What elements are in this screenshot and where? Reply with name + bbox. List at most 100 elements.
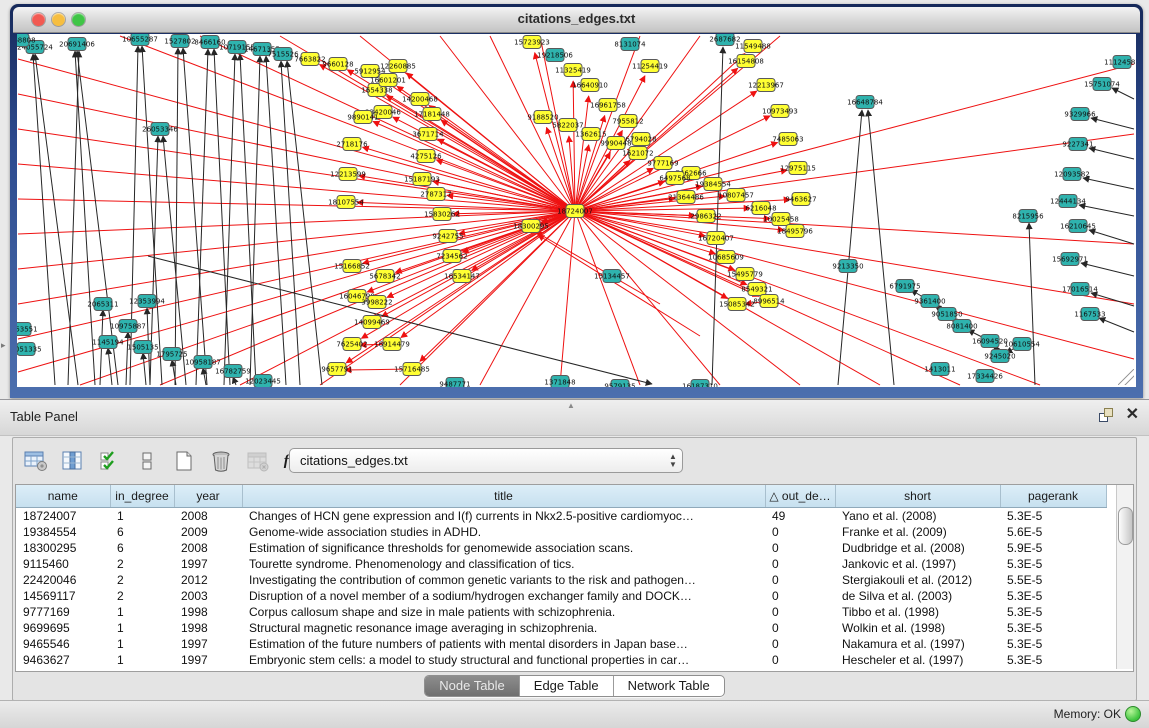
delete-column-icon[interactable]	[208, 448, 234, 474]
network-node[interactable]: 7955812	[612, 115, 643, 128]
table-source-select[interactable]: citations_edges.txt ▲▼	[289, 448, 683, 473]
network-node[interactable]: 16648784	[847, 96, 883, 109]
table-cell[interactable]: Tibbo et al. (1998)	[835, 604, 1000, 620]
table-cell[interactable]: 2008	[174, 540, 242, 556]
table-cell[interactable]: 9115460	[16, 556, 110, 572]
network-node[interactable]: 9777169	[647, 157, 678, 170]
network-node[interactable]: 20691406	[59, 38, 95, 51]
table-cell[interactable]: 1	[110, 604, 174, 620]
table-cell[interactable]: de Silva et al. (2003)	[835, 588, 1000, 604]
network-node[interactable]: 14099469	[354, 316, 390, 329]
table-cell[interactable]: Dudbridge et al. (2008)	[835, 540, 1000, 556]
table-cell[interactable]: 14569117	[16, 588, 110, 604]
table-cell[interactable]: 5.3E-5	[1000, 588, 1106, 604]
network-node[interactable]: 16914479	[374, 338, 410, 351]
table-cell[interactable]: Corpus callosum shape and size in male p…	[242, 604, 765, 620]
network-node[interactable]: 15085342	[719, 298, 755, 311]
network-node[interactable]: 9213350	[832, 260, 863, 273]
table-cell[interactable]: 22420046	[16, 572, 110, 588]
table-cell[interactable]: 0	[765, 540, 835, 556]
network-node[interactable]: 7485063	[772, 133, 803, 146]
network-node[interactable]: 1505135	[127, 341, 158, 354]
table-cell[interactable]: 1998	[174, 620, 242, 636]
network-node[interactable]: 6216048	[745, 202, 776, 215]
network-node[interactable]: 16154808	[728, 55, 764, 68]
table-cell[interactable]: 9777169	[16, 604, 110, 620]
network-node[interactable]: 11124587	[1104, 56, 1136, 69]
column-header-pagerank[interactable]: pagerank	[1000, 485, 1106, 508]
network-node[interactable]: 16640910	[572, 79, 608, 92]
network-node[interactable]: 15751074	[1084, 78, 1120, 91]
table-cell[interactable]: 5.3E-5	[1000, 604, 1106, 620]
table-cell[interactable]: Estimation of significance thresholds fo…	[242, 540, 765, 556]
network-node[interactable]: 9487771	[439, 378, 470, 388]
network-node[interactable]: 1413011	[924, 363, 955, 376]
tab-node-table[interactable]: Node Table	[425, 676, 520, 696]
network-node[interactable]: 9242755	[432, 230, 463, 243]
tab-network-table[interactable]: Network Table	[614, 676, 724, 696]
table-cell[interactable]: 0	[765, 620, 835, 636]
table-mode-icon[interactable]	[23, 448, 49, 474]
network-node[interactable]: 8081400	[946, 320, 977, 333]
network-canvas[interactable]: 1132541916640910169617587955812679402899…	[17, 34, 1136, 387]
table-cell[interactable]: 2008	[174, 508, 242, 525]
network-node[interactable]: 11325419	[555, 64, 591, 77]
table-cell[interactable]: 1997	[174, 636, 242, 652]
network-node[interactable]: 1371848	[544, 376, 575, 388]
network-node[interactable]: 17334426	[967, 370, 1003, 383]
table-cell[interactable]: 1	[110, 620, 174, 636]
table-cell[interactable]: Genome-wide association studies in ADHD.	[242, 524, 765, 540]
network-node[interactable]: 1145194	[92, 336, 124, 349]
table-cell[interactable]: 5.3E-5	[1000, 636, 1106, 652]
table-cell[interactable]: 19384554	[16, 524, 110, 540]
network-node[interactable]: 2718176	[336, 138, 368, 151]
network-node[interactable]: 2065311	[87, 298, 118, 311]
float-panel-icon[interactable]	[1099, 408, 1113, 422]
table-cell[interactable]: 1	[110, 636, 174, 652]
network-node[interactable]: 16720407	[698, 232, 734, 245]
table-cell[interactable]: 18724007	[16, 508, 110, 525]
network-node[interactable]: 11254419	[632, 60, 668, 73]
panel-resize-grip-icon[interactable]: ▲	[567, 401, 575, 410]
table-cell[interactable]: 0	[765, 524, 835, 540]
table-cell[interactable]: 5.3E-5	[1000, 508, 1106, 525]
canvas-resize-grip[interactable]	[1118, 369, 1134, 385]
network-node[interactable]: 10975887	[110, 320, 146, 333]
network-node[interactable]: 12353994	[129, 295, 165, 308]
network-node[interactable]: 5153551	[17, 323, 38, 336]
table-row[interactable]: 1872400712008Changes of HCN gene express…	[16, 508, 1106, 525]
table-cell[interactable]: 1	[110, 652, 174, 668]
network-node[interactable]: 9227341	[1062, 138, 1093, 151]
table-cell[interactable]: 0	[765, 636, 835, 652]
network-node[interactable]: 10685609	[708, 251, 744, 264]
table-cell[interactable]: 49	[765, 508, 835, 525]
table-cell[interactable]: 9465546	[16, 636, 110, 652]
table-cell[interactable]: 6	[110, 540, 174, 556]
network-node[interactable]: 7663822	[294, 53, 325, 66]
table-row[interactable]: 946554611997Estimation of the future num…	[16, 636, 1106, 652]
network-node[interactable]: 15166852	[334, 260, 370, 273]
table-cell[interactable]: 2	[110, 556, 174, 572]
network-node[interactable]: 10655287	[122, 34, 158, 46]
table-cell[interactable]: Estimation of the future numbers of pati…	[242, 636, 765, 652]
network-node[interactable]: 15723923	[514, 36, 550, 49]
table-cell[interactable]: 5.5E-5	[1000, 572, 1106, 588]
tab-edge-table[interactable]: Edge Table	[520, 676, 614, 696]
network-node[interactable]: 6791975	[889, 280, 920, 293]
network-node[interactable]: 9463627	[785, 193, 816, 206]
row-height-icon[interactable]	[134, 448, 160, 474]
table-cell[interactable]: 5.9E-5	[1000, 540, 1106, 556]
network-node[interactable]: 5051335	[17, 343, 42, 356]
table-cell[interactable]: Changes of HCN gene expression and I(f) …	[242, 508, 765, 525]
table-row[interactable]: 969969511998Structural magnetic resonanc…	[16, 620, 1106, 636]
network-node[interactable]: 9579135	[604, 380, 635, 388]
table-cell[interactable]: 2012	[174, 572, 242, 588]
table-cell[interactable]: 2	[110, 588, 174, 604]
table-cell[interactable]: 1997	[174, 556, 242, 572]
table-cell[interactable]: 2	[110, 572, 174, 588]
table-cell[interactable]: 0	[765, 588, 835, 604]
table-cell[interactable]: Investigating the contribution of common…	[242, 572, 765, 588]
table-cell[interactable]: 0	[765, 604, 835, 620]
table-cell[interactable]: 1997	[174, 652, 242, 668]
table-vertical-scrollbar[interactable]	[1116, 485, 1133, 669]
